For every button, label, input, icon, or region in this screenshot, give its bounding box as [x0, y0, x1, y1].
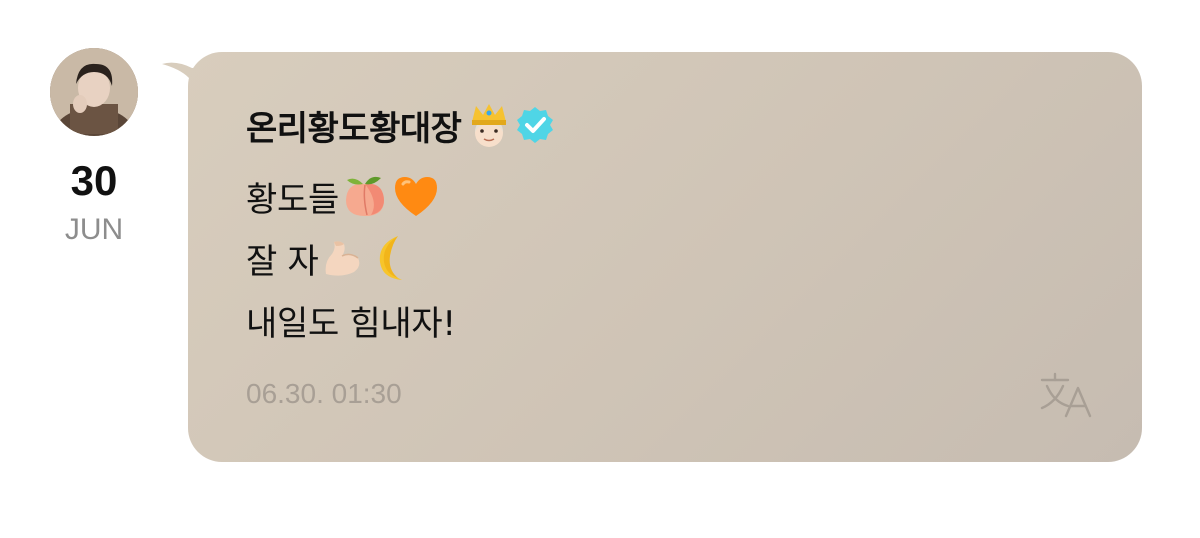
crescent-moon-emoji [380, 236, 403, 280]
message-line-1: 황도들 [246, 170, 441, 222]
message-bubble: 온리황도황대장 황도들 잘 자 내일도 힘내자! 06.30. 01:30 [188, 52, 1142, 462]
flexed-biceps-emoji [326, 241, 360, 276]
date-day: 30 [70, 157, 118, 204]
avatar-image [50, 48, 138, 136]
message-line-3-text: 내일도 힘내자! [246, 303, 456, 344]
message-line-1-text: 황도들 [246, 179, 339, 220]
message-timestamp: 06.30. 01:30 [246, 378, 402, 409]
message-line-2: 잘 자 [246, 232, 414, 284]
verified-check-icon [517, 107, 554, 143]
prince-crown-emoji [472, 104, 507, 147]
sender-row: 온리황도황대장 [246, 100, 555, 150]
orange-heart-emoji [394, 177, 437, 216]
sender-name: 온리황도황대장 [246, 108, 462, 149]
avatar[interactable] [50, 48, 138, 136]
translate-button[interactable] [1038, 370, 1098, 422]
message-line-2-text: 잘 자 [246, 241, 319, 282]
translate-icon [1040, 372, 1092, 418]
date-month: JUN [64, 213, 124, 246]
message-line-3: 내일도 힘내자! [246, 294, 456, 346]
peach-emoji [345, 176, 384, 216]
